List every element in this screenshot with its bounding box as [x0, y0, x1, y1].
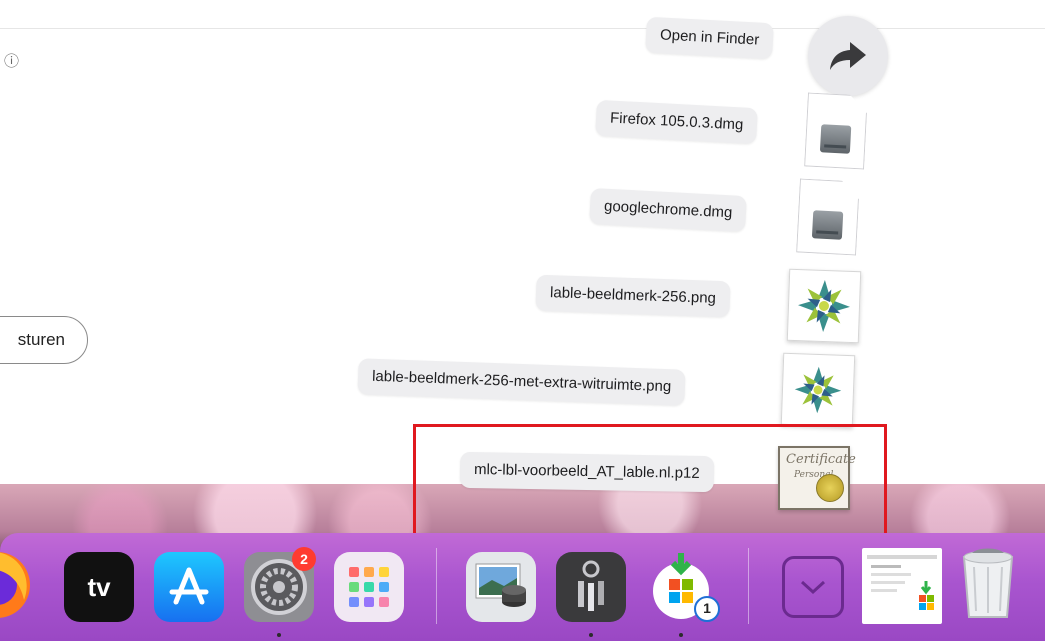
- apple-tv-label: tv: [87, 571, 111, 602]
- document-thumbnail-icon: [867, 555, 937, 610]
- app-store-icon: [169, 567, 209, 605]
- dock-downloads-stack[interactable]: [778, 552, 848, 622]
- dock-app-app-store[interactable]: [154, 552, 224, 622]
- highlight-box: [413, 424, 887, 536]
- dock-recent-document[interactable]: [862, 548, 942, 624]
- trash-icon: [962, 548, 1014, 618]
- running-indicator: [679, 633, 683, 637]
- running-indicator: [277, 633, 281, 637]
- running-indicator: [589, 633, 593, 637]
- dock-separator: [436, 548, 437, 624]
- send-button[interactable]: sturen: [0, 316, 88, 364]
- keychain-icon: [578, 560, 604, 611]
- info-icon[interactable]: ⓘ: [4, 50, 19, 71]
- open-in-finder-button[interactable]: [808, 16, 888, 96]
- dock-app-apple-tv[interactable]: tv: [64, 552, 134, 622]
- open-in-finder-label[interactable]: Open in Finder: [645, 16, 775, 60]
- preview-icon: [475, 563, 526, 607]
- firefox-icon: [0, 552, 30, 618]
- image-thumbnail-icon[interactable]: [780, 352, 856, 428]
- dock-separator: [748, 548, 749, 624]
- dock-app-launchpad[interactable]: [334, 552, 404, 622]
- stack-frame: [782, 556, 844, 618]
- logo-mark-icon: [794, 366, 842, 414]
- dock-app-firefox[interactable]: [0, 550, 32, 620]
- stack-item-label[interactable]: Firefox 105.0.3.dmg: [595, 99, 759, 145]
- chevron-down-icon: [800, 580, 826, 595]
- logo-mark-icon: [798, 280, 850, 332]
- arrow-forward-icon: [830, 42, 866, 70]
- notification-badge: 1: [694, 596, 720, 622]
- stack-item-label[interactable]: lable-beeldmerk-256-met-extra-witruimte.…: [357, 358, 686, 406]
- stack-item-label[interactable]: lable-beeldmerk-256.png: [535, 274, 731, 318]
- notification-badge: 2: [292, 547, 316, 571]
- image-thumbnail-icon[interactable]: [786, 268, 862, 344]
- dock-app-preview[interactable]: [466, 552, 536, 622]
- apple-tv-icon: tv: [87, 572, 110, 603]
- dock-app-keychain-access[interactable]: [556, 552, 626, 622]
- disk-image-icon[interactable]: [796, 178, 860, 255]
- stack-item-label[interactable]: googlechrome.dmg: [589, 187, 748, 233]
- disk-image-icon[interactable]: [804, 92, 868, 169]
- dock-trash[interactable]: [956, 546, 1020, 622]
- page-divider: [0, 28, 1045, 29]
- launchpad-icon: [349, 567, 389, 607]
